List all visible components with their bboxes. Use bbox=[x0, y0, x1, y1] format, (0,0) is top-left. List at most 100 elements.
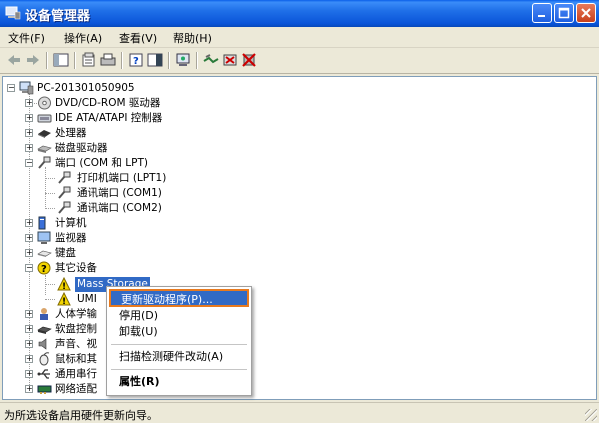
update-driver-icon[interactable] bbox=[203, 52, 219, 68]
maximize-icon bbox=[558, 7, 570, 19]
disk-drive-icon bbox=[37, 145, 52, 153]
unknown-device-icon: ? bbox=[37, 261, 51, 275]
menu-separator bbox=[111, 369, 247, 370]
keyboard-icon bbox=[37, 250, 52, 257]
computer-icon bbox=[38, 216, 46, 230]
minimize-icon bbox=[538, 15, 545, 17]
expand-toggle[interactable]: + bbox=[25, 99, 33, 107]
port-icon bbox=[58, 201, 71, 214]
collapse-toggle[interactable]: − bbox=[25, 159, 33, 167]
svg-text:?: ? bbox=[133, 56, 139, 67]
computer-icon bbox=[19, 81, 34, 95]
sound-icon bbox=[38, 338, 47, 350]
unknown-device-icon: ! bbox=[57, 292, 71, 306]
maximize-button[interactable] bbox=[554, 3, 574, 23]
properties-menu-item[interactable]: 属性(R) bbox=[109, 373, 249, 391]
tree-item-label: 通用串行 bbox=[55, 368, 97, 380]
tree-item-label: DVD/CD-ROM 驱动器 bbox=[55, 97, 161, 109]
expand-toggle[interactable]: + bbox=[25, 325, 33, 333]
mouse-icon bbox=[39, 352, 50, 366]
expand-toggle[interactable]: + bbox=[25, 129, 33, 137]
hid-icon bbox=[40, 308, 48, 320]
tree-item-label: 端口 (COM 和 LPT) bbox=[55, 157, 148, 169]
port-icon bbox=[38, 156, 51, 169]
tree-item-label: 通讯端口 (COM1) bbox=[77, 187, 162, 199]
expand-toggle[interactable]: + bbox=[25, 385, 33, 393]
collapse-toggle[interactable]: − bbox=[7, 84, 15, 92]
expand-toggle[interactable]: + bbox=[25, 219, 33, 227]
expand-toggle[interactable]: + bbox=[25, 234, 33, 242]
tree-item-label: IDE ATA/ATAPI 控制器 bbox=[55, 112, 163, 124]
tree-item-label: 人体学输 bbox=[55, 308, 97, 320]
status-bar: 为所选设备启用硬件更新向导。 bbox=[0, 402, 599, 423]
back-arrow-icon[interactable] bbox=[6, 52, 22, 68]
device-tree-pane[interactable]: − PC-201301050905 + DVD/CD-ROM 驱动器 + IDE… bbox=[2, 76, 597, 400]
close-button[interactable] bbox=[576, 3, 596, 23]
uninstall-menu-item[interactable]: 卸载(U) bbox=[109, 323, 249, 341]
menu-view[interactable]: 查看(V) bbox=[119, 30, 157, 46]
tree-item-label: 声音、视 bbox=[55, 338, 97, 350]
expand-toggle[interactable]: + bbox=[25, 370, 33, 378]
ide-controller-icon bbox=[37, 114, 52, 123]
tree-item-label: 处理器 bbox=[55, 127, 87, 139]
window-title: 设备管理器 bbox=[25, 9, 91, 24]
menu-help[interactable]: 帮助(H) bbox=[173, 30, 212, 46]
properties-icon[interactable] bbox=[81, 52, 97, 68]
expand-toggle[interactable]: + bbox=[25, 114, 33, 122]
uninstall-device-icon[interactable] bbox=[241, 52, 257, 68]
context-menu: 更新驱动程序(P)... 停用(D) 卸载(U) 扫描检测硬件改动(A) 属性(… bbox=[106, 286, 252, 396]
tree-item-label: UMI bbox=[77, 293, 97, 305]
tree-item-label: 监视器 bbox=[55, 232, 87, 244]
tree-item-label: 其它设备 bbox=[55, 262, 97, 274]
svg-text:!: ! bbox=[62, 297, 66, 306]
menu-item-label: 卸载(U) bbox=[119, 325, 158, 338]
title-bar[interactable]: 设备管理器 bbox=[0, 0, 599, 27]
menu-file[interactable]: 文件(F) bbox=[8, 30, 45, 46]
unknown-device-icon: ! bbox=[57, 277, 71, 291]
tree-item-label: 打印机端口 (LPT1) bbox=[77, 172, 167, 184]
monitor-icon bbox=[37, 231, 51, 244]
usb-icon bbox=[37, 369, 50, 379]
menu-item-label: 属性(R) bbox=[119, 375, 160, 388]
expand-toggle[interactable]: + bbox=[25, 355, 33, 363]
help-icon[interactable]: ? bbox=[128, 52, 144, 68]
minimize-button[interactable] bbox=[532, 3, 552, 23]
menu-item-label: 扫描检测硬件改动(A) bbox=[119, 350, 224, 363]
expand-toggle[interactable]: + bbox=[25, 144, 33, 152]
menu-separator bbox=[111, 344, 247, 345]
print-icon[interactable] bbox=[100, 52, 116, 68]
status-text: 为所选设备启用硬件更新向导。 bbox=[4, 409, 158, 422]
update-driver-menu-item[interactable]: 更新驱动程序(P)... bbox=[109, 289, 249, 307]
tree-item-label: 磁盘驱动器 bbox=[55, 142, 108, 154]
resize-grip[interactable] bbox=[585, 409, 597, 421]
device-manager-app-icon bbox=[5, 6, 21, 20]
tree-item-label: 软盘控制 bbox=[55, 323, 97, 335]
tree-item-label: 鼠标和其 bbox=[55, 353, 97, 365]
expand-toggle[interactable]: + bbox=[25, 249, 33, 257]
tree-root-label: PC-201301050905 bbox=[37, 82, 135, 94]
close-icon bbox=[581, 8, 591, 18]
menu-bar: 文件(F) 操作(A) 查看(V) 帮助(H) bbox=[0, 27, 599, 48]
floppy-controller-icon bbox=[37, 326, 52, 334]
cdrom-icon bbox=[38, 96, 51, 110]
console-icon[interactable] bbox=[147, 52, 163, 68]
toolbar: ? bbox=[0, 48, 599, 74]
svg-text:?: ? bbox=[41, 264, 47, 275]
expand-toggle[interactable]: + bbox=[25, 340, 33, 348]
svg-text:!: ! bbox=[62, 282, 66, 291]
processor-icon bbox=[38, 130, 51, 138]
tree-item-label: 通讯端口 (COM2) bbox=[77, 202, 162, 214]
show-hide-tree-icon[interactable] bbox=[53, 52, 69, 68]
port-icon bbox=[58, 171, 71, 184]
tree-item-label: 键盘 bbox=[55, 247, 76, 259]
tree-item-label: 网络适配 bbox=[55, 383, 97, 395]
port-icon bbox=[58, 186, 71, 199]
scan-hardware-menu-item[interactable]: 扫描检测硬件改动(A) bbox=[109, 348, 249, 366]
expand-toggle[interactable]: + bbox=[25, 310, 33, 318]
scan-hardware-icon[interactable] bbox=[175, 52, 191, 68]
menu-action[interactable]: 操作(A) bbox=[64, 30, 102, 46]
collapse-toggle[interactable]: − bbox=[25, 264, 33, 272]
disable-device-icon[interactable] bbox=[222, 52, 238, 68]
network-adapter-icon bbox=[37, 385, 52, 394]
forward-arrow-icon[interactable] bbox=[25, 52, 41, 68]
